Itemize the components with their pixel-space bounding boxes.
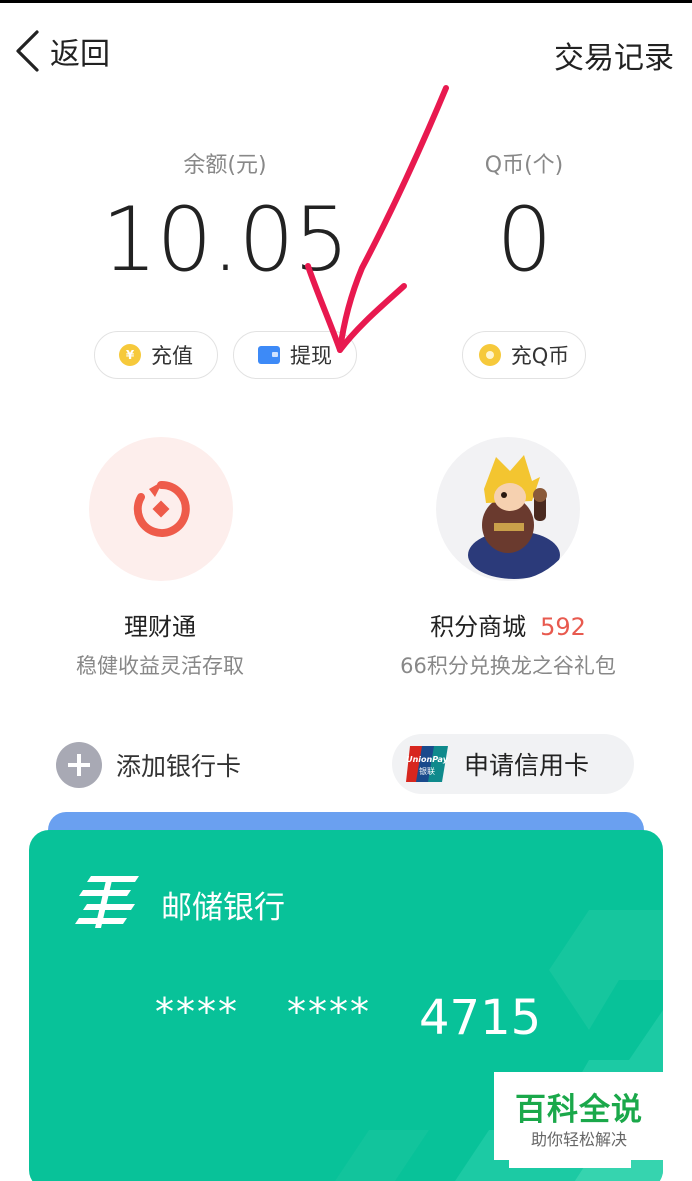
card-last-four: 4715	[419, 990, 542, 1046]
points-mall-tile[interactable]	[436, 437, 580, 581]
recharge-qcoin-label: 充Q币	[510, 344, 570, 368]
licaitong-subtitle: 稳健收益灵活存取	[76, 654, 244, 678]
yen-coin-icon: ¥	[119, 344, 141, 366]
bank-name: 邮储银行	[161, 890, 285, 926]
licaitong-icon	[133, 480, 190, 537]
balance-label: 余额(元)	[183, 153, 267, 178]
points-mall-title: 积分商城	[430, 613, 527, 641]
watermark-subtitle: 助你轻松解决	[530, 1130, 627, 1149]
qcoin-value: 0	[496, 188, 553, 291]
back-label: 返回	[50, 37, 110, 72]
unionpay-icon: UnionPay 银联	[406, 746, 449, 782]
apply-credit-card-label: 申请信用卡	[464, 751, 590, 780]
points-mall-subtitle: 66积分兑换龙之谷礼包	[400, 654, 616, 678]
recharge-qcoin-button[interactable]: 充Q币	[462, 331, 586, 379]
points-mall-title-row: 积分商城 592	[370, 607, 646, 642]
card-number-mask-2: ****	[287, 990, 371, 1034]
points-balance: 592	[540, 613, 586, 641]
watermark-badge: 百科全说 助你轻松解决	[494, 1072, 664, 1160]
licaitong-tile[interactable]	[89, 437, 233, 581]
transaction-history-link[interactable]: 交易记录	[554, 33, 674, 77]
card-number-mask-1: ****	[155, 990, 239, 1034]
recharge-button[interactable]: ¥ 充值	[94, 331, 218, 379]
game-avatar-icon	[468, 455, 560, 579]
balance-value: 10.05	[101, 188, 350, 291]
coin-icon	[478, 344, 501, 366]
svg-text:UnionPay: UnionPay	[406, 755, 449, 764]
watermark-title: 百科全说	[515, 1092, 643, 1128]
svg-text:银联: 银联	[419, 766, 435, 776]
wallet-icon	[258, 346, 280, 364]
recharge-label: 充值	[151, 344, 193, 368]
withdraw-label: 提现	[290, 344, 332, 368]
back-button[interactable]: 返回	[14, 29, 110, 73]
apply-credit-card-button[interactable]: UnionPay 银联 申请信用卡	[392, 734, 634, 794]
top-navigation: 返回 交易记录	[0, 3, 692, 95]
postal-bank-logo-icon	[75, 876, 139, 928]
plus-icon	[56, 742, 102, 788]
licaitong-title: 理财通	[124, 613, 196, 641]
add-bank-card-label: 添加银行卡	[116, 752, 242, 781]
qcoin-label: Q币(个)	[484, 153, 564, 178]
add-bank-card-button[interactable]: 添加银行卡	[56, 741, 241, 789]
chevron-left-icon	[16, 30, 39, 72]
watermark-tab	[509, 1160, 631, 1168]
withdraw-button[interactable]: 提现	[233, 331, 357, 379]
